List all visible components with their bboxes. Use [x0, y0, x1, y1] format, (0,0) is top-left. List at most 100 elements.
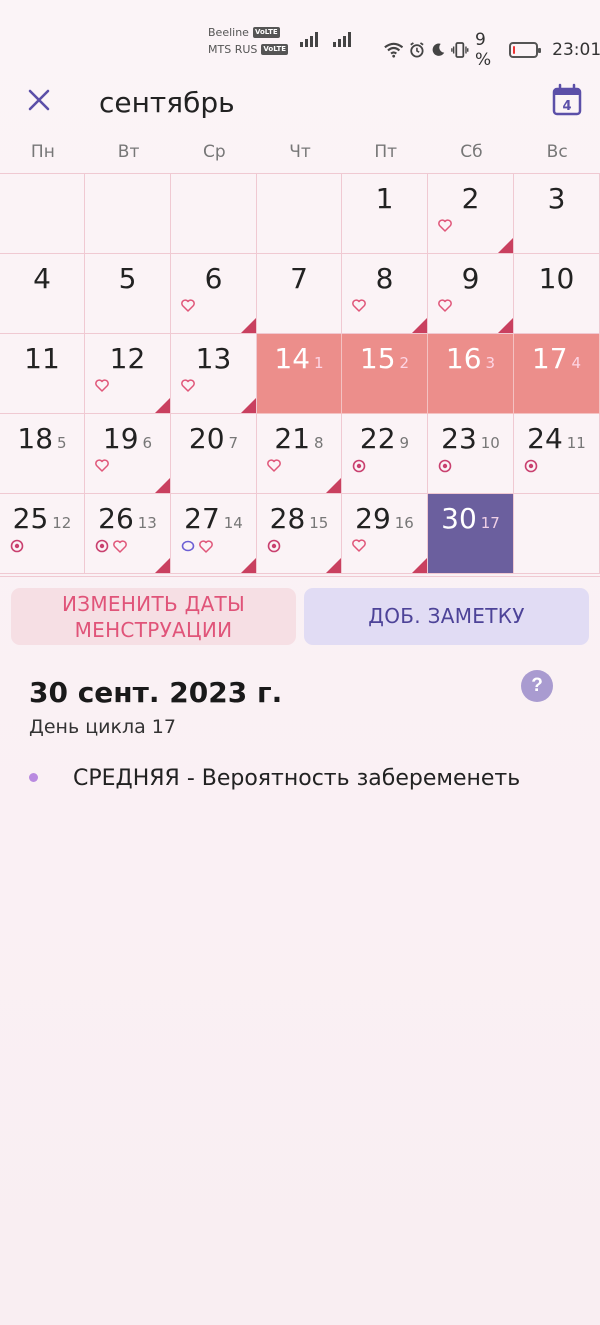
day-cell-24[interactable]: 24 11 — [514, 414, 600, 494]
carrier-2: MTS RUS — [208, 43, 258, 56]
close-button[interactable] — [22, 84, 56, 118]
day-cell-21[interactable]: 21 8 — [257, 414, 342, 494]
signal-icon — [300, 31, 318, 47]
day-cell-3[interactable]: 3 — [514, 174, 600, 254]
day-number: 5 — [118, 262, 137, 295]
cycle-day-number: 7 — [228, 434, 239, 452]
day-cell-25[interactable]: 25 12 — [0, 494, 85, 574]
day-number: 30 — [441, 502, 477, 535]
day-cell-20[interactable]: 20 7 — [171, 414, 257, 494]
day-number-group: 28 15 — [257, 502, 341, 535]
day-number-group: 13 — [171, 342, 256, 375]
day-cell-26[interactable]: 26 13 — [85, 494, 171, 574]
day-number-group: 1 — [342, 182, 427, 215]
day-number: 16 — [445, 342, 482, 375]
day-cell-10[interactable]: 10 — [514, 254, 600, 334]
cycle-day-number: 16 — [394, 514, 414, 532]
day-cell-9[interactable]: 9 — [428, 254, 514, 334]
day-number-group: 26 13 — [85, 502, 170, 535]
day-cell-30[interactable]: 30 17 — [428, 494, 514, 574]
carrier-info: Beeline VoLTE MTS RUS VoLTE — [208, 24, 289, 58]
day-cell-18[interactable]: 18 5 — [0, 414, 85, 494]
day-cell-11[interactable]: 11 — [0, 334, 85, 414]
day-number: 21 — [274, 422, 311, 455]
day-markers — [95, 539, 127, 553]
help-button[interactable]: ? — [521, 670, 553, 702]
day-markers — [181, 299, 195, 312]
status-bar: Beeline VoLTE MTS RUS VoLTE 9 % 23:01 — [0, 0, 600, 72]
moon-icon — [432, 43, 445, 56]
edit-period-dates-button[interactable]: ИЗМЕНИТЬ ДАТЫ МЕНСТРУАЦИИ — [11, 588, 296, 645]
cycle-day-label: День цикла 17 — [29, 716, 176, 738]
day-number-group: 3 — [514, 182, 599, 215]
cycle-day-number: 8 — [314, 434, 324, 452]
note-corner-marker — [498, 318, 513, 333]
day-cell-8[interactable]: 8 — [342, 254, 428, 334]
day-cell-2[interactable]: 2 — [428, 174, 514, 254]
empty-day-cell — [0, 174, 85, 254]
day-number: 20 — [188, 422, 225, 455]
empty-day-cell — [514, 494, 600, 574]
day-cell-19[interactable]: 19 6 — [85, 414, 171, 494]
cycle-day-number: 17 — [480, 514, 500, 532]
fertile-day-icon — [267, 539, 281, 553]
day-number-group: 14 1 — [257, 342, 341, 375]
heart-icon — [352, 539, 366, 552]
day-markers — [438, 219, 452, 232]
day-cell-22[interactable]: 22 9 — [342, 414, 428, 494]
alarm-icon — [410, 42, 424, 58]
today-button[interactable]: 4 — [550, 83, 584, 117]
day-cell-5[interactable]: 5 — [85, 254, 171, 334]
battery-icon — [509, 42, 541, 58]
carrier-1: Beeline — [208, 26, 249, 39]
cycle-day-number: 2 — [399, 354, 410, 372]
day-number-group: 20 7 — [171, 422, 256, 455]
day-markers — [10, 539, 24, 553]
day-number-group: 22 9 — [342, 422, 427, 455]
edit-period-label-line2: МЕНСТРУАЦИИ — [74, 618, 233, 642]
vibrate-icon — [451, 42, 469, 58]
day-number: 19 — [102, 422, 139, 455]
day-cell-6[interactable]: 6 — [171, 254, 257, 334]
battery-percent: 9 % — [474, 30, 492, 70]
day-cell-4[interactable]: 4 — [0, 254, 85, 334]
day-number: 10 — [538, 262, 575, 295]
heart-icon — [352, 299, 366, 312]
cycle-day-number: 10 — [480, 434, 500, 452]
day-number-group: 19 6 — [85, 422, 170, 455]
day-cell-13[interactable]: 13 — [171, 334, 257, 414]
day-cell-16[interactable]: 16 3 — [428, 334, 514, 414]
empty-day-cell — [85, 174, 171, 254]
note-corner-marker — [326, 558, 341, 573]
day-cell-17[interactable]: 17 4 — [514, 334, 600, 414]
day-cell-1[interactable]: 1 — [342, 174, 428, 254]
day-number-group: 21 8 — [257, 422, 341, 455]
day-number: 9 — [461, 262, 480, 295]
day-number: 24 — [527, 422, 563, 455]
weekday-label: Пн — [30, 142, 55, 162]
day-markers — [438, 299, 452, 312]
day-cell-27[interactable]: 27 14 — [171, 494, 257, 574]
day-number: 2 — [461, 182, 480, 215]
day-number: 7 — [290, 262, 308, 295]
cycle-day-number: 6 — [142, 434, 153, 452]
day-number-group: 27 14 — [171, 502, 256, 535]
day-cell-12[interactable]: 12 — [85, 334, 171, 414]
heart-icon — [199, 539, 213, 553]
day-cell-29[interactable]: 29 16 — [342, 494, 428, 574]
day-cell-15[interactable]: 15 2 — [342, 334, 428, 414]
heart-icon — [438, 299, 452, 312]
weekday-label: Пт — [374, 142, 398, 162]
day-cell-14[interactable]: 14 1 — [257, 334, 342, 414]
wifi-icon — [384, 42, 404, 58]
day-cell-7[interactable]: 7 — [257, 254, 342, 334]
day-number-group: 29 16 — [342, 502, 427, 535]
day-number-group: 23 10 — [428, 422, 513, 455]
note-corner-marker — [241, 558, 256, 573]
empty-day-cell — [257, 174, 342, 254]
day-cell-28[interactable]: 28 15 — [257, 494, 342, 574]
day-cell-23[interactable]: 23 10 — [428, 414, 514, 494]
cycle-day-number: 14 — [223, 514, 243, 532]
add-note-button[interactable]: ДОБ. ЗАМЕТКУ — [304, 588, 589, 645]
day-markers — [352, 459, 366, 473]
